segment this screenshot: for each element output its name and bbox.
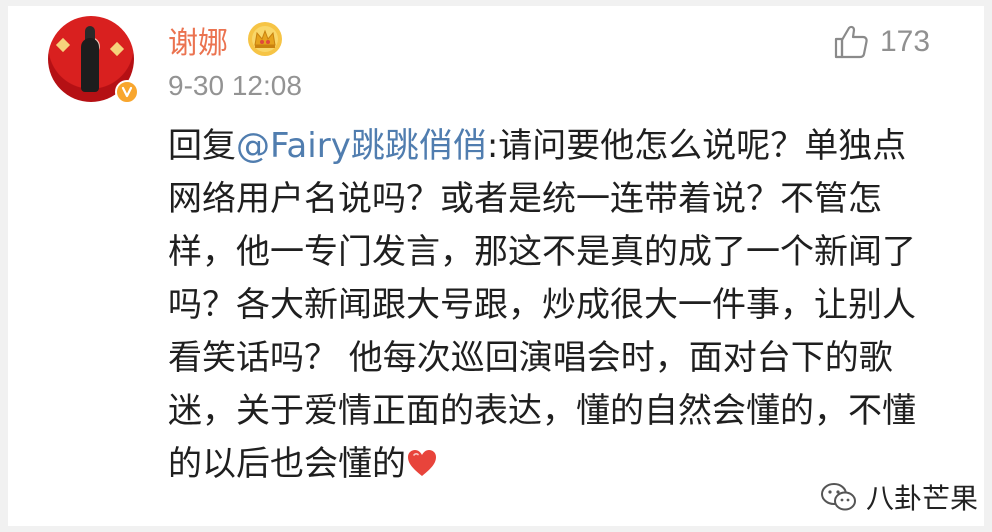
- comment-text: 回复@Fairy跳跳俏俏:请问要他怎么说呢？单独点网络用户名说吗？或者是统一连带…: [168, 120, 938, 491]
- watermark: 八卦芒果: [812, 476, 984, 518]
- reply-prefix: 回复: [168, 126, 236, 166]
- avatar-figure: [81, 38, 99, 92]
- username-link[interactable]: 谢娜: [168, 24, 228, 64]
- verified-v-icon: [115, 80, 139, 104]
- avatar-decoration: [55, 37, 71, 53]
- watermark-text: 八卦芒果: [866, 482, 979, 515]
- heart-emoji-icon: [408, 450, 436, 476]
- post-timestamp: 9-30 12:08: [168, 70, 302, 101]
- like-count: 173: [880, 25, 931, 58]
- comment-card: 谢娜 9-30 12:08 173 回复@Fairy跳跳俏俏:请问要他怎么说呢？…: [8, 6, 984, 526]
- mention-link[interactable]: @Fairy跳跳俏俏: [236, 126, 487, 166]
- comment-body: :请问要他怎么说呢？单独点网络用户名说吗？或者是统一连带着说？不管怎样，他一专门…: [168, 126, 916, 484]
- like-button[interactable]: 173: [832, 20, 930, 64]
- thumbs-up-icon: [834, 25, 868, 59]
- avatar-decoration: [109, 41, 125, 57]
- wechat-icon: [821, 483, 856, 511]
- crown-icon: [248, 22, 282, 56]
